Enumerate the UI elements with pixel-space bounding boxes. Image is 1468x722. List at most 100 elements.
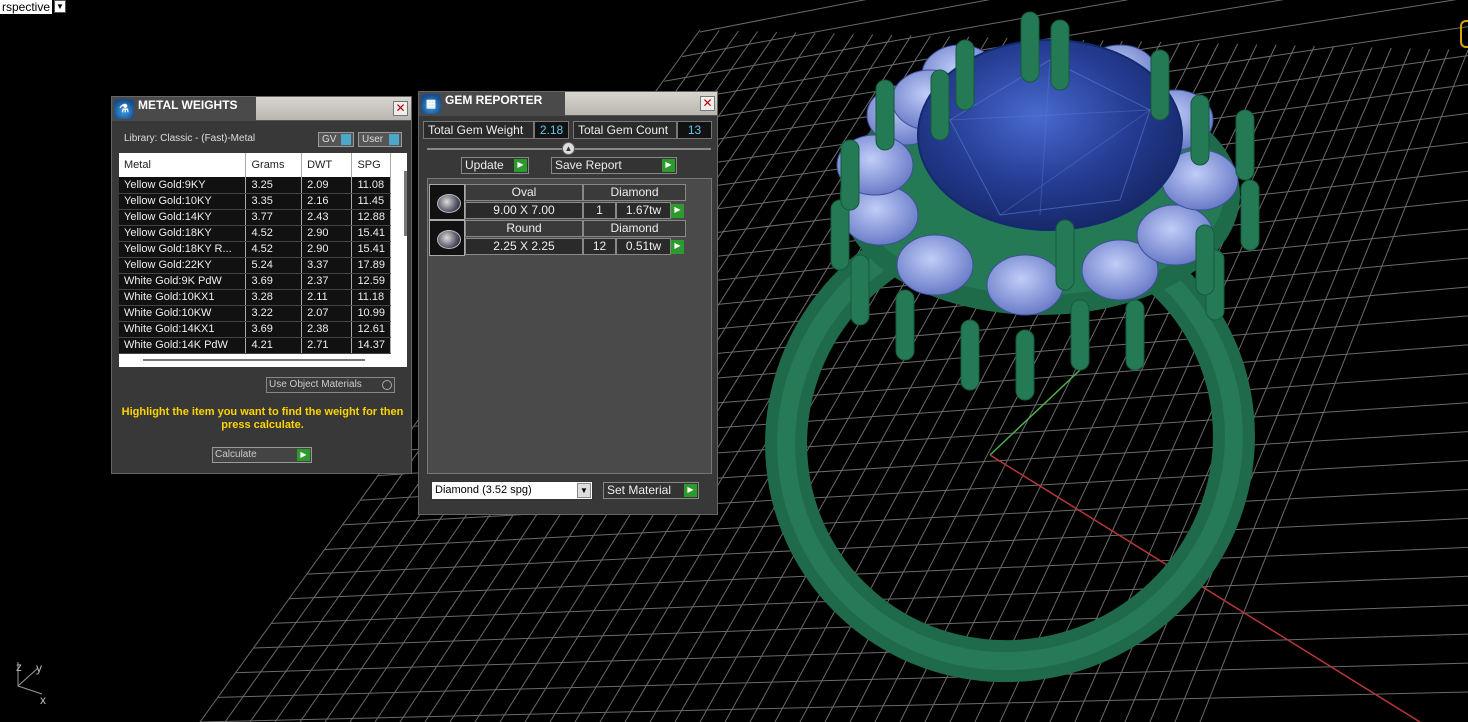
edge-handle-icon[interactable] bbox=[1460, 20, 1468, 48]
table-cell: White Gold:10KW bbox=[119, 305, 247, 322]
gem-count: 12 bbox=[583, 238, 616, 255]
table-cell: 11.45 bbox=[351, 193, 391, 210]
vertical-scrollbar[interactable] bbox=[404, 171, 407, 236]
gem-shape: Oval bbox=[465, 184, 583, 201]
table-row[interactable]: White Gold:14KX1 3.69 2.38 12.61 bbox=[119, 321, 391, 338]
table-row[interactable]: Yellow Gold:10KY 3.35 2.16 11.45 bbox=[119, 193, 391, 210]
set-material-button[interactable]: Set Material ▶ bbox=[603, 482, 699, 499]
user-button[interactable]: User bbox=[358, 132, 402, 147]
table-cell: White Gold:14K PdW bbox=[119, 337, 247, 354]
gem-list[interactable]: Oval Diamond 9.00 X 7.00 1 1.67tw ▶ Roun… bbox=[427, 178, 712, 474]
calculate-hint: Highlight the item you want to find the … bbox=[121, 406, 404, 431]
table-row[interactable]: Yellow Gold:22KY 5.24 3.37 17.89 bbox=[119, 257, 391, 274]
axis-x-label: x bbox=[40, 693, 46, 707]
table-cell: 2.37 bbox=[301, 273, 353, 290]
column-header[interactable]: Grams bbox=[245, 153, 303, 177]
table-cell: 2.09 bbox=[301, 177, 353, 194]
table-cell: 11.08 bbox=[351, 177, 391, 194]
calculate-button[interactable]: Calculate ▶ bbox=[212, 447, 312, 463]
table-cell: 12.88 bbox=[351, 209, 391, 226]
column-header[interactable]: Metal bbox=[119, 153, 247, 177]
viewport-menu-dropdown[interactable]: ▼ bbox=[54, 0, 66, 13]
table-cell: White Gold:10KX1 bbox=[119, 289, 247, 306]
gem-reporter-title: ▦ GEM REPORTER bbox=[419, 92, 565, 116]
gem-material: Diamond bbox=[583, 220, 686, 237]
metal-weights-panel: ⚗ METAL WEIGHTS ✕ Library: Classic - (Fa… bbox=[111, 96, 412, 474]
gv-button[interactable]: GV bbox=[318, 132, 354, 147]
table-cell: 2.11 bbox=[301, 289, 353, 306]
chevron-down-icon[interactable]: ▼ bbox=[577, 483, 591, 498]
column-header[interactable]: DWT bbox=[301, 153, 353, 177]
metal-weights-titlebar[interactable]: ⚗ METAL WEIGHTS ✕ bbox=[112, 97, 411, 121]
total-gem-weight-value: 2.18 bbox=[534, 121, 569, 139]
select-gem-icon[interactable]: ▶ bbox=[671, 204, 684, 218]
table-cell: 3.69 bbox=[245, 273, 303, 290]
table-cell: 11.18 bbox=[351, 289, 391, 306]
total-gem-weight-label: Total Gem Weight bbox=[423, 121, 534, 139]
table-cell: Yellow Gold:18KY bbox=[119, 225, 247, 242]
gem-reporter-titlebar[interactable]: ▦ GEM REPORTER ✕ bbox=[419, 92, 717, 116]
table-cell: 2.90 bbox=[301, 241, 353, 258]
metal-table[interactable]: Metal Grams DWT SPG Yellow Gold:9KY 3.25 2.09… bbox=[119, 153, 407, 367]
table-cell: 3.28 bbox=[245, 289, 303, 306]
select-gem-icon[interactable]: ▶ bbox=[671, 240, 684, 254]
table-cell: Yellow Gold:9KY bbox=[119, 177, 247, 194]
table-row[interactable]: Yellow Gold:18KY R... 4.52 2.90 15.41 bbox=[119, 241, 391, 258]
use-object-materials-option[interactable]: Use Object Materials bbox=[266, 377, 395, 393]
table-cell: 3.77 bbox=[245, 209, 303, 226]
table-cell: 14.37 bbox=[351, 337, 391, 354]
go-icon: ▶ bbox=[662, 159, 675, 172]
table-row[interactable]: White Gold:10KX1 3.28 2.11 11.18 bbox=[119, 289, 391, 306]
table-row[interactable]: White Gold:9K PdW 3.69 2.37 12.59 bbox=[119, 273, 391, 290]
table-cell: 3.37 bbox=[301, 257, 353, 274]
table-cell: 2.07 bbox=[301, 305, 353, 322]
table-cell: Yellow Gold:10KY bbox=[119, 193, 247, 210]
table-row[interactable]: Yellow Gold:9KY 3.25 2.09 11.08 bbox=[119, 177, 391, 194]
gem-count: 1 bbox=[583, 202, 616, 219]
horizontal-scrollbar[interactable] bbox=[143, 359, 365, 361]
table-cell: 5.24 bbox=[245, 257, 303, 274]
table-cell: White Gold:9K PdW bbox=[119, 273, 247, 290]
table-cell: 10.99 bbox=[351, 305, 391, 322]
material-select[interactable]: Diamond (3.52 spg) ▼ bbox=[431, 481, 593, 500]
table-cell: 3.22 bbox=[245, 305, 303, 322]
gem-row[interactable]: Oval Diamond 9.00 X 7.00 1 1.67tw ▶ bbox=[429, 184, 686, 220]
table-cell: White Gold:14KX1 bbox=[119, 321, 247, 338]
table-cell: 2.71 bbox=[301, 337, 353, 354]
table-cell: 3.69 bbox=[245, 321, 303, 338]
table-cell: 2.38 bbox=[301, 321, 353, 338]
table-row[interactable]: Yellow Gold:18KY 4.52 2.90 15.41 bbox=[119, 225, 391, 242]
viewport-label[interactable]: rspective bbox=[0, 0, 53, 14]
collapse-toggle-icon[interactable]: ▲ bbox=[562, 142, 575, 155]
table-cell: Yellow Gold:14KY bbox=[119, 209, 247, 226]
table-cell: 3.25 bbox=[245, 177, 303, 194]
table-row[interactable]: White Gold:14K PdW 4.21 2.71 14.37 bbox=[119, 337, 391, 354]
table-cell: 4.52 bbox=[245, 225, 303, 242]
close-icon[interactable]: ✕ bbox=[700, 96, 715, 111]
axis-z-label: z bbox=[16, 660, 22, 674]
table-cell: 12.61 bbox=[351, 321, 391, 338]
gem-weight: 0.51tw bbox=[616, 238, 671, 255]
gem-size: 9.00 X 7.00 bbox=[465, 202, 583, 219]
table-cell: 4.21 bbox=[245, 337, 303, 354]
close-icon[interactable]: ✕ bbox=[393, 101, 408, 116]
save-report-button[interactable]: Save Report ▶ bbox=[551, 157, 677, 174]
total-gem-count-value: 13 bbox=[677, 121, 712, 139]
update-button[interactable]: Update ▶ bbox=[461, 157, 529, 174]
table-cell: Yellow Gold:18KY R... bbox=[119, 241, 247, 258]
table-cell: Yellow Gold:22KY bbox=[119, 257, 247, 274]
table-cell: 15.41 bbox=[351, 225, 391, 242]
gem-reporter-icon: ▦ bbox=[421, 94, 441, 114]
gem-material: Diamond bbox=[583, 184, 686, 201]
library-label: Library: Classic - (Fast)-Metal bbox=[124, 133, 256, 144]
gem-row[interactable]: Round Diamond 2.25 X 2.25 12 0.51tw ▶ bbox=[429, 220, 686, 256]
total-gem-count-label: Total Gem Count bbox=[573, 121, 677, 139]
table-row[interactable]: Yellow Gold:14KY 3.77 2.43 12.88 bbox=[119, 209, 391, 226]
metal-weights-icon: ⚗ bbox=[114, 99, 134, 119]
table-row[interactable]: White Gold:10KW 3.22 2.07 10.99 bbox=[119, 305, 391, 322]
gem-shape: Round bbox=[465, 220, 583, 237]
table-cell: 3.35 bbox=[245, 193, 303, 210]
column-header[interactable]: SPG bbox=[351, 153, 391, 177]
go-icon: ▶ bbox=[514, 159, 527, 172]
table-cell: 4.52 bbox=[245, 241, 303, 258]
